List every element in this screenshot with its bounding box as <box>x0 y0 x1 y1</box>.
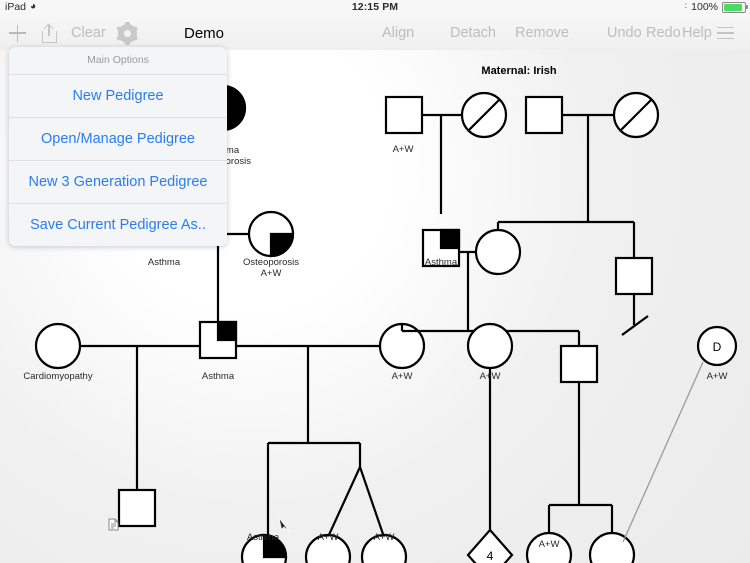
battery-full-icon <box>722 1 748 13</box>
app-root: iPad ◕ 12:15 PM ꞉ 100% Clear Demo Align … <box>0 0 750 563</box>
node-label: Asthma <box>147 257 181 268</box>
donor-connection-line <box>622 361 704 543</box>
node-label: A+W <box>391 371 413 382</box>
menu-item-new-3-generation-pedigree[interactable]: New 3 Generation Pedigree <box>9 161 227 204</box>
menu-item-open-manage-pedigree[interactable]: Open/Manage Pedigree <box>9 118 227 161</box>
menu-item-save-current-pedigree-as[interactable]: Save Current Pedigree As.. <box>9 204 227 246</box>
status-bar-right: ꞉ 100% <box>684 1 748 13</box>
help-button[interactable]: Help <box>682 16 712 50</box>
settings-button[interactable] <box>116 16 139 50</box>
node-label: A+W <box>706 371 728 382</box>
popover-arrow <box>52 47 72 48</box>
app-toolbar: Clear Demo Align Detach Remove Undo Redo… <box>0 16 750 51</box>
node-label: A+W <box>392 144 414 155</box>
add-button[interactable] <box>9 16 26 50</box>
gear-icon <box>116 21 139 45</box>
plus-icon <box>9 24 26 42</box>
node-label: A+W <box>260 268 282 279</box>
diamond-count-label: 4 <box>487 549 494 563</box>
document-icon[interactable] <box>108 518 119 531</box>
node-label: A+W <box>538 539 560 550</box>
battery-percent-label: 100% <box>691 1 718 13</box>
node-label: Cardiomyopathy <box>23 371 93 382</box>
node-label: Asthma <box>246 532 280 543</box>
redo-button[interactable]: Redo <box>646 16 681 50</box>
menu-item-new-pedigree[interactable]: New Pedigree <box>9 75 227 118</box>
node-label: Osteoporosis <box>243 257 299 268</box>
node-label: Asthma <box>201 371 235 382</box>
battery-cap <box>746 4 748 9</box>
remove-button[interactable]: Remove <box>515 16 569 50</box>
align-button[interactable]: Align <box>382 16 414 50</box>
node-label: Asthma <box>424 257 458 268</box>
battery-fill <box>724 3 742 11</box>
share-icon <box>42 23 57 43</box>
status-bar-clock: 12:15 PM <box>351 1 399 13</box>
node-label: A+W <box>373 532 395 543</box>
popover-header: Main Options <box>9 47 227 75</box>
node-label: A+W <box>317 532 339 543</box>
donor-label: D <box>713 340 722 354</box>
hamburger-menu-icon <box>717 26 734 40</box>
bluetooth-icon: ꞉ <box>684 1 688 12</box>
document-title: Demo <box>184 24 225 42</box>
section-title-maternal: Maternal: Irish <box>481 65 557 77</box>
share-button[interactable] <box>42 16 57 50</box>
hamburger-menu-button[interactable] <box>717 16 734 50</box>
clear-button[interactable]: Clear <box>71 16 106 50</box>
main-options-popover: Main Options New Pedigree Open/Manage Pe… <box>9 47 227 246</box>
node-label: A+W <box>479 371 501 382</box>
undo-button[interactable]: Undo <box>607 16 642 50</box>
detach-button[interactable]: Detach <box>450 16 496 50</box>
ios-status-bar: iPad ◕ 12:15 PM ꞉ 100% <box>0 0 750 16</box>
